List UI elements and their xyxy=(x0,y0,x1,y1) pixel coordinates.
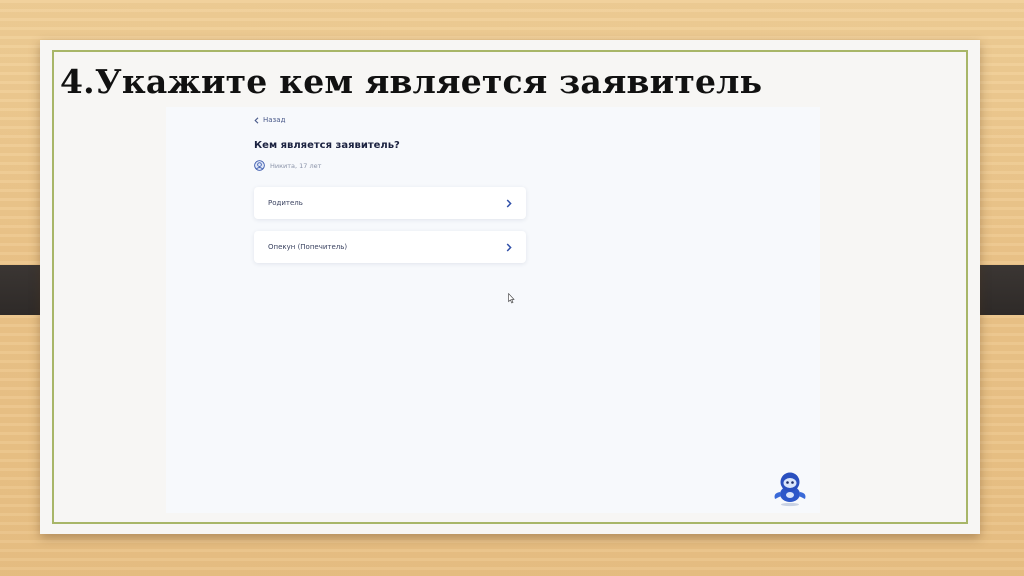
option-label: Опекун (Попечитель) xyxy=(268,243,348,251)
mouse-cursor-icon xyxy=(508,293,515,304)
child-info-text: Никита, 17 лет xyxy=(270,161,322,170)
child-avatar-icon xyxy=(254,160,265,171)
app-screenshot: Назад Кем является заявитель? Никита, 17… xyxy=(166,107,820,513)
option-guardian[interactable]: Опекун (Попечитель) xyxy=(254,231,526,263)
chevron-right-icon xyxy=(506,242,512,252)
chevron-left-icon xyxy=(254,116,259,124)
slide-title: 4.Укажите кем является заявитель xyxy=(60,62,763,101)
option-label: Родитель xyxy=(268,199,303,207)
robot-assistant-icon[interactable] xyxy=(770,469,810,507)
child-info: Никита, 17 лет xyxy=(254,160,321,171)
back-link-label: Назад xyxy=(263,116,286,124)
option-parent[interactable]: Родитель xyxy=(254,187,526,219)
back-link[interactable]: Назад xyxy=(254,116,285,124)
page-title: Кем является заявитель? xyxy=(254,140,400,151)
chevron-right-icon xyxy=(506,198,512,208)
